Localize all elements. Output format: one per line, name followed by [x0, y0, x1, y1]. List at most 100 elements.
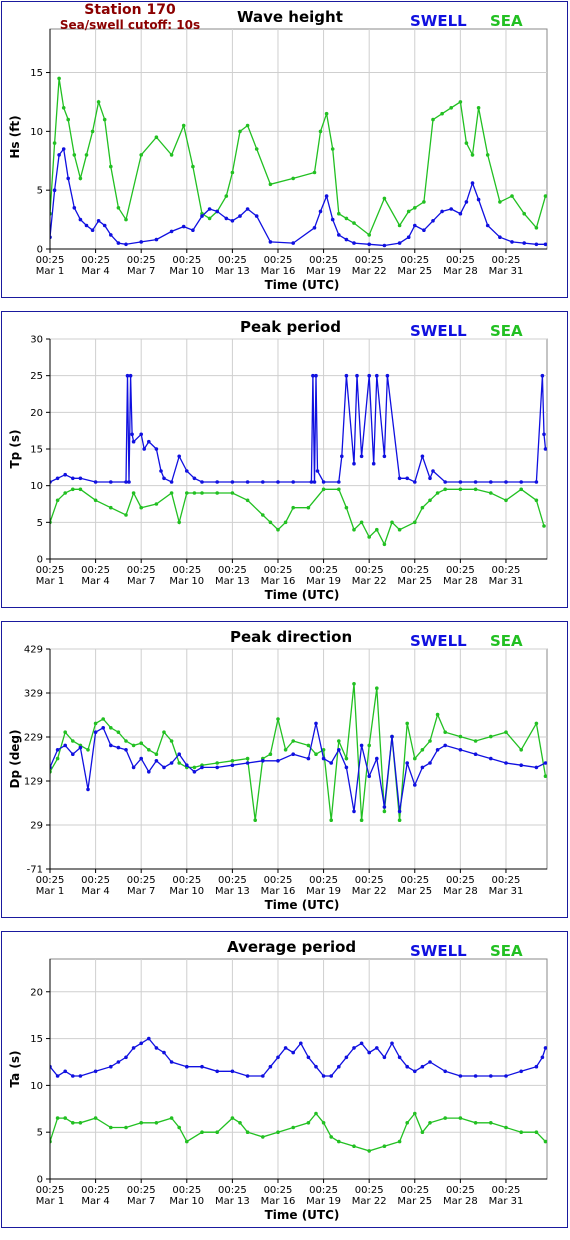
sea-data-point	[485, 153, 490, 157]
swell-data-point	[375, 373, 379, 378]
sea-data-point	[489, 1121, 493, 1125]
sea-data-point	[169, 491, 174, 495]
swell-data-point	[147, 1036, 151, 1041]
swell-data-point	[458, 480, 463, 484]
chart-title: Wave height	[237, 8, 343, 26]
x-tick-time: 00:25	[309, 875, 338, 886]
legend-sea: SEA	[490, 632, 523, 650]
sea-data-point	[72, 153, 77, 157]
swell-data-point	[245, 207, 250, 211]
sea-data-point	[337, 211, 341, 216]
swell-data-point	[131, 765, 136, 770]
swell-data-point	[382, 1055, 387, 1060]
swell-data-point	[382, 454, 387, 459]
swell-data-point	[154, 237, 159, 242]
sea-data-point	[154, 752, 159, 756]
sea-data-point	[306, 1121, 311, 1125]
swell-data-point	[473, 480, 478, 484]
swell-data-point	[543, 1046, 547, 1050]
x-tick-time: 00:25	[355, 255, 384, 266]
sea-data-point	[139, 1121, 143, 1125]
swell-data-point	[397, 241, 402, 245]
swell-data-point	[321, 1074, 326, 1078]
sea-data-point	[519, 748, 523, 752]
y-tick-label: 20	[30, 987, 43, 998]
x-tick-date: Mar 28	[443, 266, 478, 277]
sea-data-point	[245, 1130, 250, 1134]
swell-data-point	[139, 756, 143, 761]
swell-data-point	[72, 206, 77, 210]
sea-data-point	[101, 717, 105, 721]
x-tick-time: 00:25	[218, 565, 247, 576]
swell-data-point	[185, 1064, 189, 1069]
sea-data-point	[375, 686, 379, 690]
x-tick-date: Mar 10	[169, 1196, 204, 1207]
swell-data-point	[230, 1069, 235, 1074]
swell-data-point	[93, 730, 98, 734]
swell-data-point	[154, 1046, 159, 1050]
sea-data-point	[200, 491, 204, 495]
swell-data-point	[261, 1074, 265, 1078]
y-axis-label: Dp (deg)	[8, 729, 22, 789]
swell-data-point	[309, 480, 314, 484]
sea-data-point	[283, 520, 288, 525]
sea-data-point	[321, 1121, 326, 1125]
swell-data-point	[116, 745, 121, 750]
x-tick-time: 00:25	[81, 875, 110, 886]
x-tick-date: Mar 16	[261, 576, 296, 587]
swell-data-point	[96, 219, 101, 223]
sea-data-point	[352, 1144, 356, 1148]
swell-data-point	[543, 761, 547, 765]
swell-data-point	[543, 242, 547, 247]
swell-data-point	[522, 241, 526, 245]
sea-data-point	[428, 1121, 432, 1125]
swell-data-point	[443, 743, 448, 748]
swell-data-point	[534, 480, 539, 484]
swell-data-point	[470, 181, 475, 185]
sea-data-point	[534, 498, 539, 503]
x-tick-date: Mar 19	[306, 266, 341, 277]
sea-data-point	[131, 743, 136, 748]
swell-data-point	[291, 752, 296, 756]
swell-data-point	[162, 1050, 166, 1055]
y-tick-label: 229	[24, 733, 43, 744]
swell-data-point	[139, 240, 143, 244]
chart-title: Peak direction	[230, 628, 353, 646]
sea-data-point	[329, 1135, 334, 1139]
swell-data-point	[367, 1050, 372, 1055]
legend-swell: SWELL	[410, 12, 467, 30]
x-tick-date: Mar 25	[397, 886, 432, 897]
x-tick-date: Mar 16	[261, 886, 296, 897]
swell-data-point	[405, 476, 410, 481]
swell-data-point	[192, 476, 197, 481]
x-tick-time: 00:25	[218, 1185, 247, 1196]
y-tick-label: 0	[37, 245, 43, 256]
x-tick-time: 00:25	[400, 565, 429, 576]
sea-data-point	[61, 106, 66, 110]
swell-data-point	[420, 765, 425, 770]
sea-data-point	[52, 141, 57, 145]
sea-data-point	[519, 487, 523, 492]
sea-data-point	[413, 1111, 417, 1116]
sea-data-point	[86, 748, 90, 752]
y-tick-label: 20	[30, 408, 43, 419]
swell-data-point	[238, 214, 242, 218]
swell-data-point	[458, 1074, 463, 1078]
sea-data-point	[382, 196, 387, 201]
sea-data-point	[84, 153, 89, 157]
sea-data-point	[312, 170, 317, 175]
x-tick-date: Mar 19	[306, 886, 341, 897]
swell-data-point	[283, 1046, 288, 1050]
swell-data-point	[397, 809, 402, 814]
x-tick-date: Mar 22	[352, 266, 387, 277]
sea-data-point	[268, 520, 273, 525]
swell-data-point	[200, 480, 204, 484]
x-axis-label: Time (UTC)	[264, 278, 340, 292]
swell-data-point	[476, 197, 481, 202]
swell-data-point	[405, 761, 410, 765]
swell-data-point	[86, 787, 90, 792]
sea-data-point	[458, 734, 463, 739]
swell-data-point	[63, 472, 67, 477]
swell-data-point	[291, 241, 296, 245]
sea-data-point	[109, 164, 113, 169]
